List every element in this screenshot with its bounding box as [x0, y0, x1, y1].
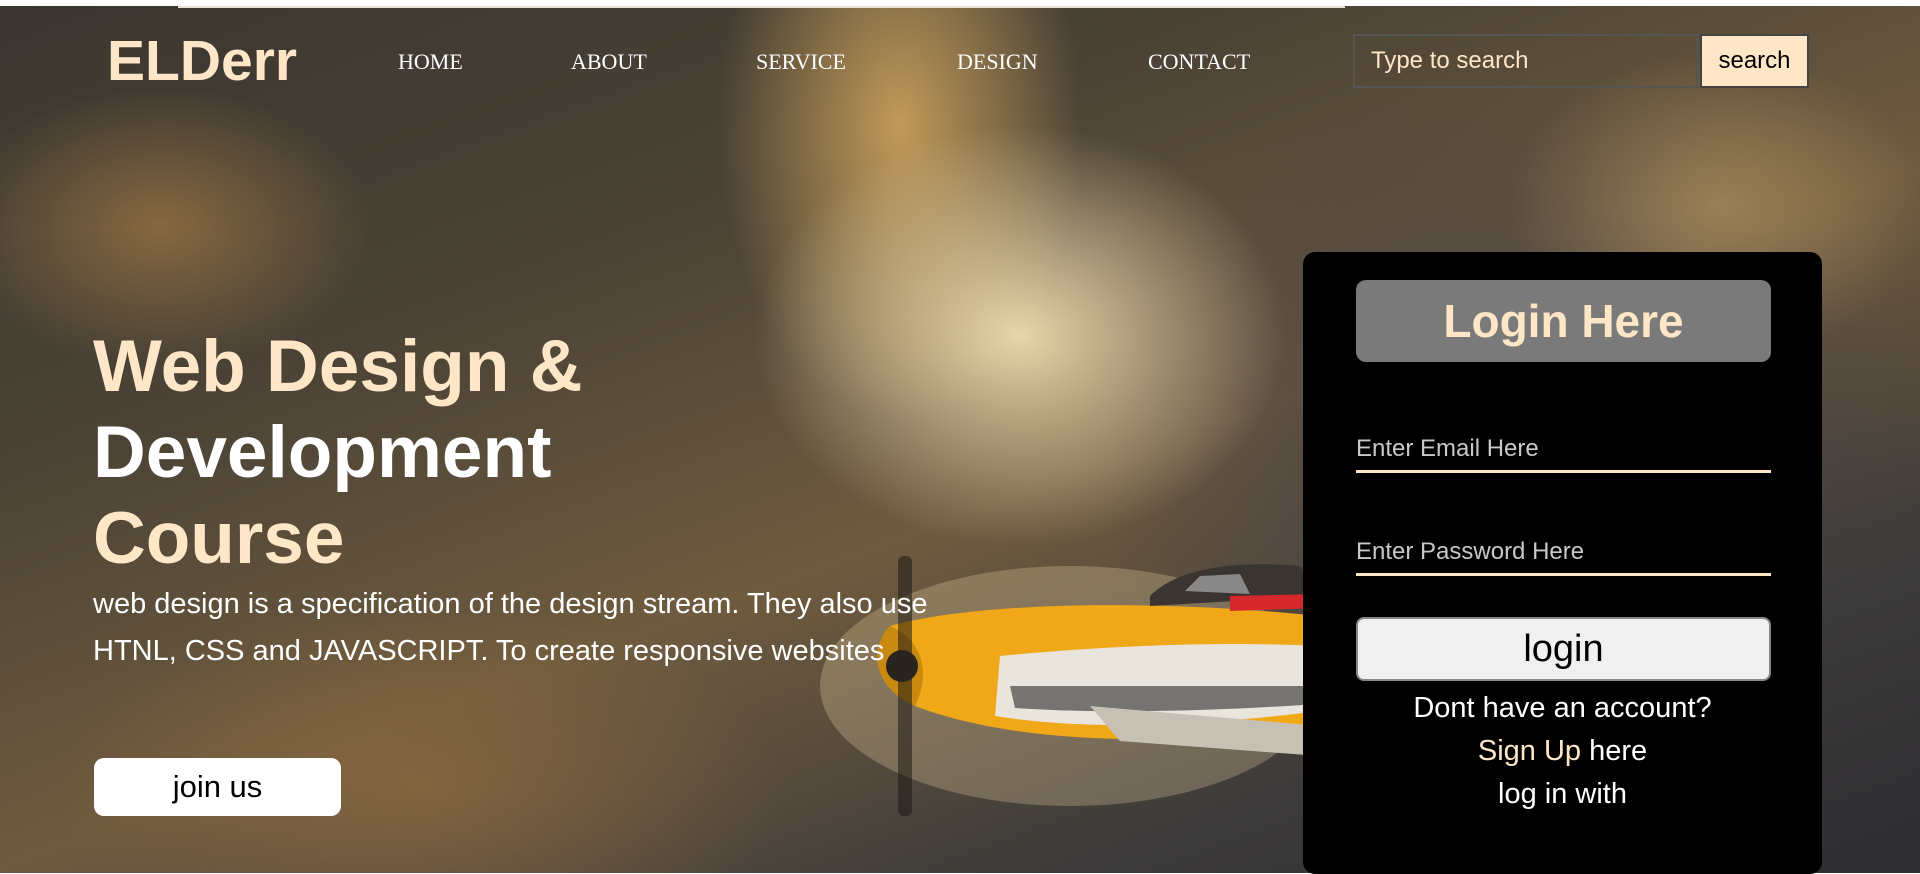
- main-nav: HOME ABOUT SERVICE DESIGN CONTACT: [0, 49, 1340, 79]
- sign-up-link[interactable]: Sign Up: [1478, 735, 1581, 767]
- search-input[interactable]: [1353, 34, 1698, 88]
- headline-line-2: Development: [93, 412, 552, 493]
- headline-line-3: Course: [93, 498, 345, 579]
- join-us-button[interactable]: join us: [94, 758, 341, 816]
- email-field[interactable]: [1356, 427, 1771, 473]
- login-with-text: log in with: [1498, 778, 1627, 810]
- nav-contact[interactable]: CONTACT: [1148, 49, 1250, 75]
- search-bar: search: [1353, 34, 1809, 88]
- login-button[interactable]: login: [1356, 617, 1771, 681]
- password-field[interactable]: [1356, 530, 1771, 576]
- nav-about[interactable]: ABOUT: [571, 49, 647, 75]
- nav-home[interactable]: HOME: [398, 49, 463, 75]
- signup-line: Sign Up here: [1303, 735, 1822, 768]
- signup-suffix: here: [1581, 735, 1648, 767]
- no-account-text: Dont have an account?: [1413, 692, 1712, 724]
- hero-description: web design is a specification of the des…: [93, 588, 928, 667]
- login-panel: Login Here login Dont have an account? S…: [1303, 252, 1822, 874]
- hero-headline: Web Design & Development Course: [93, 324, 582, 582]
- headline-line-1: Web Design &: [93, 326, 583, 407]
- nav-design[interactable]: DESIGN: [957, 49, 1038, 75]
- search-button[interactable]: search: [1700, 34, 1809, 88]
- login-title: Login Here: [1356, 280, 1771, 362]
- page: ELDerr HOME ABOUT SERVICE DESIGN CONTACT…: [0, 0, 1920, 874]
- nav-service[interactable]: SERVICE: [756, 49, 846, 75]
- top-divider: [178, 6, 1345, 8]
